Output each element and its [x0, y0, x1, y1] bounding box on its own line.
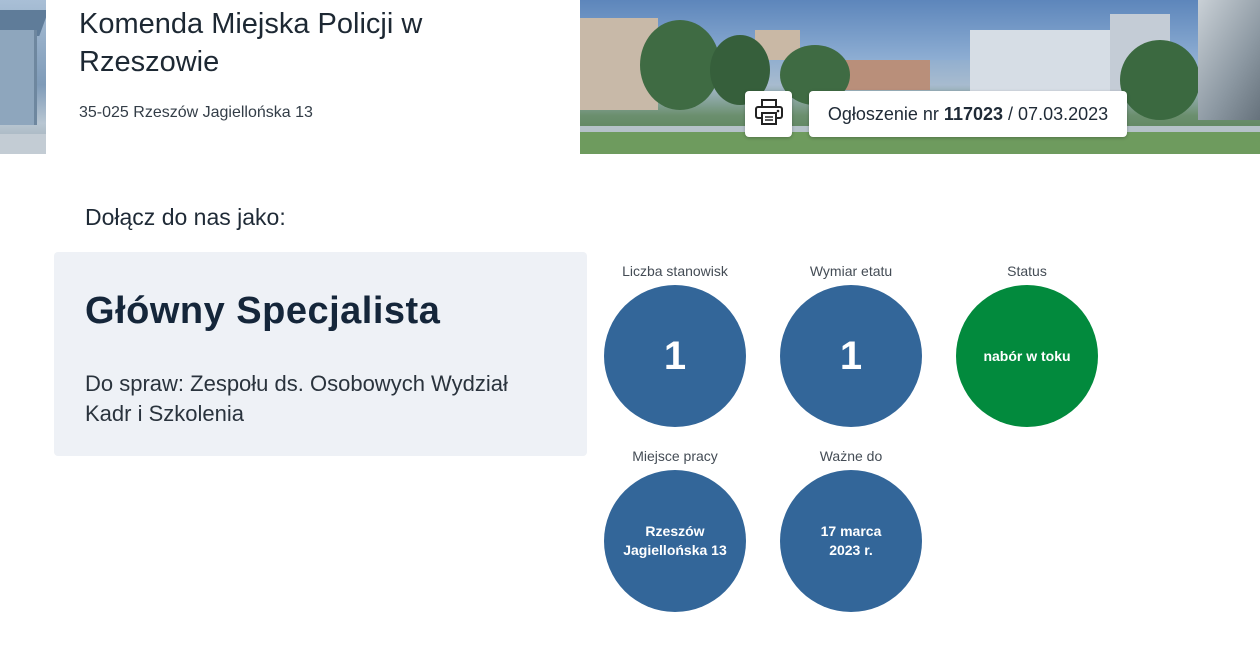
announcement-date: 07.03.2023: [1018, 103, 1109, 124]
banner-building: [840, 60, 930, 90]
stat-label: Miejsce pracy: [632, 448, 718, 464]
banner-building: [970, 30, 1120, 95]
location-line-1: Rzeszów: [645, 523, 705, 539]
banner-image-left: [0, 0, 46, 154]
stat-positions-circle: 1: [604, 285, 746, 427]
announcement-prefix: Ogłoszenie nr: [827, 103, 939, 124]
banner-tree: [1120, 40, 1200, 120]
announcement-number-box: Ogłoszenie nr 117023 / 07.03.2023: [809, 91, 1127, 137]
printer-icon: [754, 98, 784, 131]
announcement-number: 117023: [943, 103, 1003, 124]
stat-location: Miejsce pracy Rzeszów Jagiellońska 13: [600, 446, 750, 612]
stat-label: Wymiar etatu: [809, 263, 893, 279]
valid-until-line-2: 2023 r.: [829, 542, 873, 558]
organization-address: 35-025 Rzeszów Jagiellońska 13: [79, 104, 313, 121]
job-title: Główny Specjalista: [85, 290, 441, 332]
stat-location-circle: Rzeszów Jagiellońska 13: [604, 470, 746, 612]
stat-label: Liczba stanowisk: [622, 263, 728, 279]
job-card: Główny Specjalista Do spraw: Zespołu ds.…: [54, 252, 587, 456]
announcement-separator: /: [1008, 103, 1014, 124]
join-heading: Dołącz do nas jako:: [85, 204, 286, 230]
job-subtitle: Do spraw: Zespołu ds. Osobowych Wydział …: [85, 371, 508, 426]
organization-name: Komenda Miejska Policji w Rzeszowie: [79, 8, 423, 78]
stat-positions: Liczba stanowisk 1: [600, 261, 750, 427]
status-badge: nabór w toku: [956, 285, 1098, 427]
banner-tree: [640, 20, 720, 110]
stat-valid-until-circle: 17 marca 2023 r.: [780, 470, 922, 612]
banner-ground: [0, 134, 46, 154]
stat-label: Status: [1007, 263, 1047, 279]
banner-building: [0, 30, 37, 125]
stat-label: Ważne do: [819, 448, 883, 464]
stat-valid-until: Ważne do 17 marca 2023 r.: [776, 446, 926, 612]
valid-until-line-1: 17 marca: [820, 523, 882, 539]
stat-workload: Wymiar etatu 1: [776, 261, 926, 427]
stat-status: Status nabór w toku: [952, 261, 1102, 427]
organization-card: Komenda Miejska Policji w Rzeszowie 35-0…: [46, 0, 580, 154]
stat-workload-circle: 1: [780, 285, 922, 427]
banner-monument: [1198, 0, 1260, 120]
print-button[interactable]: [745, 91, 792, 137]
location-line-2: Jagiellońska 13: [623, 542, 727, 558]
